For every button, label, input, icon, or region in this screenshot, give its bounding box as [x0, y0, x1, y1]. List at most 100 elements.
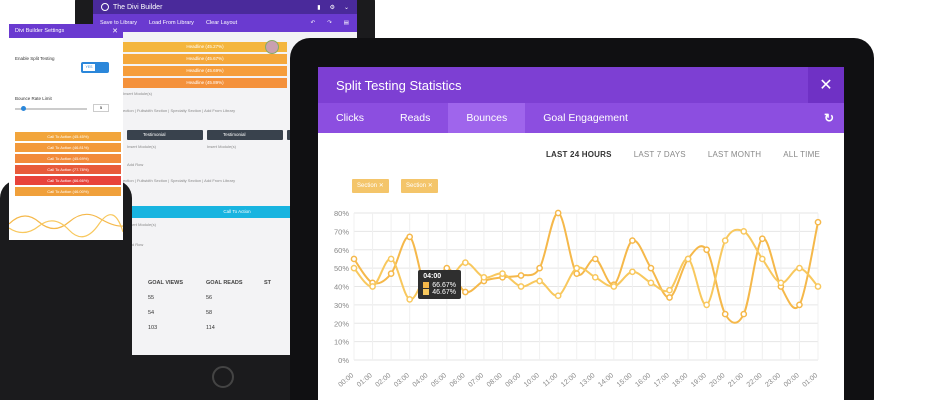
chart-tooltip: 04:00 66.67% 46.67% [418, 269, 461, 299]
bounce-rate-slider[interactable] [15, 106, 87, 111]
phone-module-row[interactable]: Call To Action (46.00%) [15, 187, 121, 196]
tab-bounces[interactable]: Bounces [448, 103, 526, 133]
history-icon[interactable]: ▤ [344, 20, 349, 26]
series-2-point [517, 283, 525, 290]
series-2-point [554, 292, 562, 300]
y-tick-label: 80% [334, 209, 349, 218]
series-1-point [387, 270, 395, 277]
y-tick-label: 20% [334, 319, 349, 328]
series-2-point [462, 259, 469, 266]
stats-tabs: Clicks Reads Bounces Goal Engagement ↻ [318, 103, 844, 133]
series-1-point [517, 272, 525, 279]
series2-swatch [423, 288, 430, 295]
series-chip[interactable]: Section ✕ [401, 179, 438, 193]
tab-reads[interactable]: Reads [382, 103, 448, 133]
phone-module-row[interactable]: Call To Action (77.78%) [15, 165, 121, 174]
range-last-month[interactable]: LAST MONTH [708, 150, 761, 159]
x-tick-label: 23:00 [764, 372, 782, 389]
series-1-point [462, 288, 469, 296]
close-icon[interactable]: ✕ [808, 67, 844, 103]
refresh-icon[interactable]: ↻ [814, 103, 844, 133]
series-1-point [703, 246, 710, 254]
series-1-point [758, 235, 766, 243]
chart-icon[interactable]: ▮ [317, 4, 320, 11]
series-2-point [591, 273, 599, 281]
load-from-library-button[interactable]: Load From Library [149, 20, 194, 26]
range-all-time[interactable]: ALL TIME [783, 150, 820, 159]
series-1-point [647, 264, 655, 272]
series-2-point [480, 273, 488, 281]
module-row[interactable]: Headline (45.67%) [123, 54, 287, 64]
add-row-link[interactable]: Add Row [127, 162, 143, 167]
series-1-point [740, 310, 748, 318]
series1-swatch [423, 281, 430, 288]
x-tick-label: 01:00 [356, 372, 374, 389]
series-1-point [796, 301, 803, 309]
module-row[interactable]: Headline (45.27%) [123, 42, 287, 52]
y-tick-label: 0% [338, 356, 349, 365]
x-tick-label: 00:00 [337, 372, 355, 389]
chip-close-icon[interactable]: ✕ [428, 183, 433, 189]
split-testing-toggle[interactable]: YES [81, 62, 109, 73]
x-tick-label: 18:00 [671, 372, 689, 389]
x-tick-label: 12:00 [560, 372, 578, 389]
x-tick-label: 15:00 [616, 372, 634, 389]
insert-modules-link[interactable]: Insert Module(s) [207, 144, 236, 149]
series-1-point [629, 237, 636, 244]
series-1-point [814, 218, 822, 226]
range-last-24-hours[interactable]: LAST 24 HOURS [546, 150, 612, 159]
x-tick-label: 10:00 [523, 372, 541, 389]
close-icon[interactable]: ✕ [112, 27, 123, 35]
x-tick-label: 04:00 [412, 372, 430, 389]
bounce-rate-input[interactable]: 5 [93, 104, 109, 112]
tablet-home-button [212, 366, 234, 388]
chip-close-icon[interactable]: ✕ [379, 183, 384, 189]
settings-icon[interactable]: ⚙ [330, 4, 335, 11]
series-2-point [758, 255, 766, 263]
phone-module-row[interactable]: Call To Action (45.45%) [15, 132, 121, 141]
y-tick-label: 40% [334, 283, 349, 292]
tab-clicks[interactable]: Clicks [318, 103, 382, 133]
undo-icon[interactable]: ↶ [311, 20, 316, 26]
y-tick-label: 30% [334, 301, 349, 310]
tab-goal-engagement[interactable]: Goal Engagement [525, 103, 646, 133]
split-testing-panel: Split Testing Statistics ✕ Clicks Reads … [318, 67, 844, 400]
x-tick-label: 09:00 [504, 372, 522, 389]
phone-titlebar: Divi Builder Settings ✕ [9, 24, 123, 38]
x-tick-label: 11:00 [542, 372, 560, 388]
panel-body: LAST 24 HOURS LAST 7 DAYS LAST MONTH ALL… [318, 133, 844, 400]
x-tick-label: 03:00 [393, 372, 411, 389]
y-tick-label: 60% [334, 246, 349, 255]
redo-icon[interactable]: ↷ [327, 20, 332, 26]
y-tick-label: 70% [334, 227, 349, 236]
series-chip[interactable]: Section ✕ [352, 179, 389, 193]
slider-handle[interactable] [21, 106, 26, 111]
clear-layout-button[interactable]: Clear Layout [206, 20, 237, 26]
x-tick-label: 16:00 [634, 372, 652, 389]
series-2-point [573, 264, 581, 272]
series-2-point [499, 270, 506, 277]
x-tick-label: 20:00 [709, 372, 727, 389]
phone-mini-chart [9, 213, 123, 238]
phone-module-row[interactable]: Call To Action (66.66%) [15, 176, 121, 185]
chevron-down-icon[interactable]: ⌄ [344, 4, 349, 11]
series-2-point [796, 264, 803, 272]
x-tick-label: 00:00 [783, 372, 801, 389]
series-1-point [554, 209, 562, 217]
x-tick-label: 13:00 [579, 372, 597, 389]
divi-logo-icon [101, 3, 109, 11]
insert-modules-link[interactable]: Insert Module(s) [123, 91, 152, 96]
range-last-7-days[interactable]: LAST 7 DAYS [634, 150, 686, 159]
series-2-point [777, 279, 785, 287]
insert-modules-link[interactable]: Insert Module(s) [127, 144, 156, 149]
testimonial-module[interactable]: Testimonial [207, 130, 283, 140]
series-2-point [740, 228, 748, 235]
x-tick-label: 06:00 [449, 372, 467, 389]
testimonial-module[interactable]: Testimonial [127, 130, 203, 140]
module-row[interactable]: Headline (45.69%) [123, 66, 287, 76]
series-1-point [573, 270, 581, 277]
phone-module-row[interactable]: Call To Action (45.69%) [15, 154, 121, 163]
module-row[interactable]: Headline (45.89%) [123, 78, 287, 88]
phone-module-row[interactable]: Call To Action (46.81%) [15, 143, 121, 152]
x-tick-label: 14:00 [597, 372, 615, 389]
